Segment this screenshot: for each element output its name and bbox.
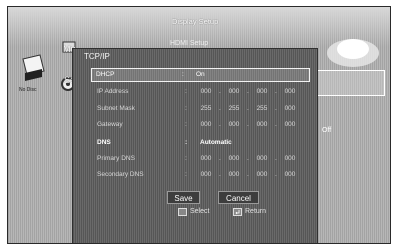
octet[interactable]: 000 [224,171,244,178]
octet-dot: . [219,155,221,162]
octet-dot: . [219,88,221,95]
tv-screen: Display Setup HDMI Setup No Disc Mu Set … [7,6,391,244]
subnet-mask-row[interactable]: Subnet Mask : 255 . 255 . 255 . 000 [93,103,305,116]
octet-dot: . [275,155,277,162]
octet[interactable]: 000 [252,155,272,162]
dns-row[interactable]: DNS : Automatic [93,137,305,150]
octet-dot: . [247,121,249,128]
octet[interactable]: 255 [224,105,244,112]
octet[interactable]: 000 [252,88,272,95]
octet[interactable]: 255 [196,105,216,112]
octet-dot: . [247,155,249,162]
row-label: Gateway [97,121,123,128]
dialog-title: TCP/IP [84,52,110,61]
octet[interactable]: 000 [224,88,244,95]
octet-dot: . [275,88,277,95]
octet-dot: . [275,171,277,178]
octet[interactable]: 000 [196,88,216,95]
octet[interactable]: 000 [280,105,300,112]
row-label: Secondary DNS [97,171,144,178]
octet[interactable]: 000 [280,171,300,178]
background-menu-subtitle: HDMI Setup [170,40,209,47]
octet[interactable]: 000 [252,171,272,178]
row-label: DHCP [96,71,115,78]
row-colon: : [185,139,188,146]
octet-dot: . [247,105,249,112]
octet-dot: . [247,171,249,178]
dhcp-row[interactable]: DHCP : On [91,68,310,82]
primary-dns-row[interactable]: Primary DNS : 000 . 000 . 000 . 000 [93,153,305,166]
octet[interactable]: 000 [224,121,244,128]
octet[interactable]: 000 [280,121,300,128]
octet[interactable]: 255 [252,105,272,112]
save-button[interactable]: Save [167,191,200,204]
row-label: DNS [97,139,111,146]
octet[interactable]: 000 [196,121,216,128]
row-colon: : [182,71,184,78]
octet[interactable]: 000 [280,88,300,95]
gateway-row[interactable]: Gateway : 000 . 000 . 000 . 000 [93,119,305,132]
octet-dot: . [219,121,221,128]
no-disc-caption: No Disc [19,87,37,93]
row-colon: : [185,105,187,112]
cancel-button[interactable]: Cancel [218,191,259,204]
row-label: Subnet Mask [97,105,135,112]
enter-button-icon [178,208,187,216]
row-label: Primary DNS [97,155,135,162]
octet-dot: . [247,88,249,95]
octet[interactable]: 000 [224,155,244,162]
return-button-icon [233,208,242,216]
row-value: Automatic [200,139,232,146]
circle-decoration-icon [327,39,379,67]
row-value: On [196,71,205,78]
octet[interactable]: 000 [252,121,272,128]
octet-dot: . [219,171,221,178]
row-colon: : [185,155,187,162]
select-hint: Select [190,208,210,215]
row-colon: : [185,88,187,95]
row-colon: : [185,121,187,128]
right-partial-value: Off [322,127,332,134]
tcpip-dialog: TCP/IP DHCP : On IP Address : 000 . 000 … [72,48,318,243]
octet[interactable]: 000 [196,171,216,178]
octet[interactable]: 000 [280,155,300,162]
row-colon: : [185,171,187,178]
octet-dot: . [275,105,277,112]
octet-dot: . [275,121,277,128]
ip-address-row[interactable]: IP Address : 000 . 000 . 000 . 000 [93,86,305,99]
background-menu-title: Display Setup [172,17,219,26]
secondary-dns-row[interactable]: Secondary DNS : 000 . 000 . 000 . 000 [93,169,305,182]
octet-dot: . [219,105,221,112]
return-hint: Return [245,208,267,215]
octet[interactable]: 000 [196,155,216,162]
row-label: IP Address [97,88,129,95]
disc-player-icon [22,54,45,81]
